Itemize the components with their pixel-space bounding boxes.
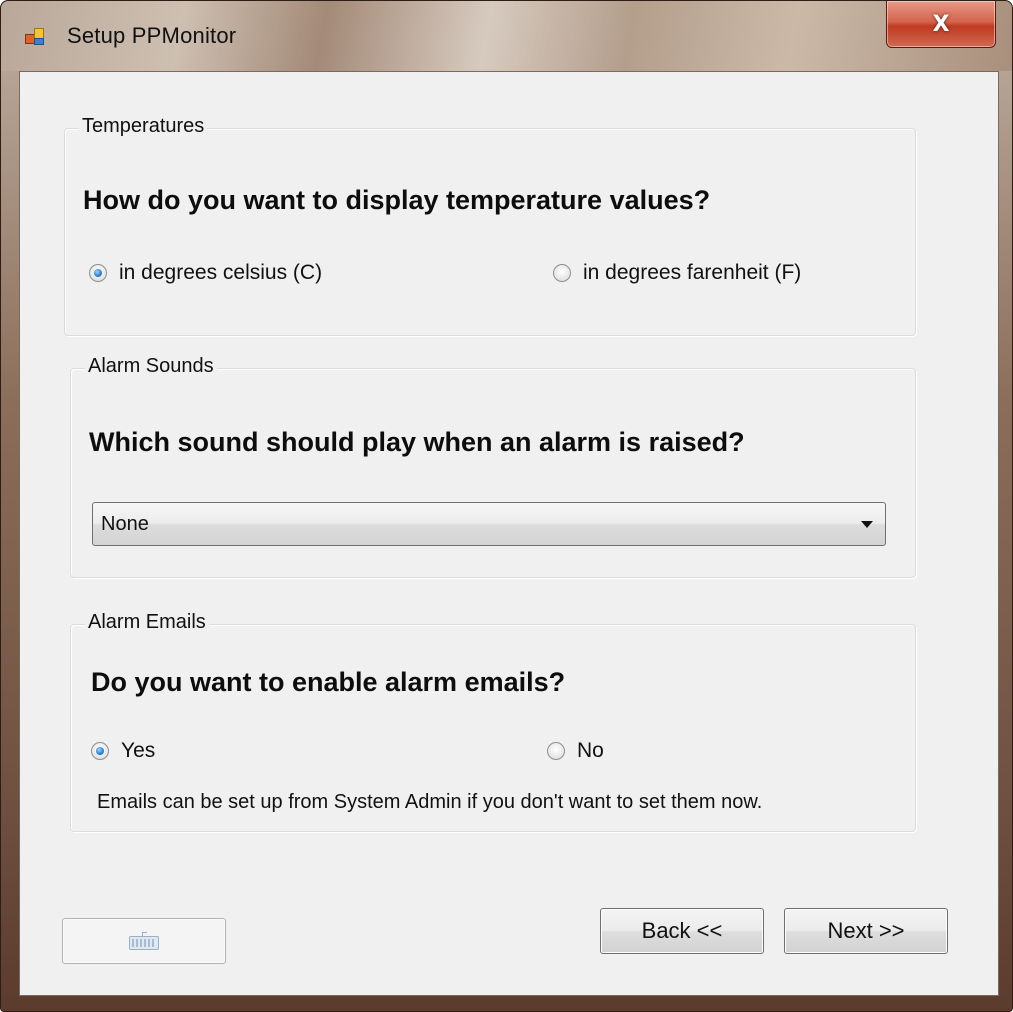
- email-no-label: No: [577, 739, 604, 762]
- close-button[interactable]: X: [886, 1, 996, 48]
- keyboard-button[interactable]: [62, 918, 226, 964]
- alarm-sounds-group-title: Alarm Sounds: [85, 355, 217, 378]
- fahrenheit-label: in degrees farenheit (F): [583, 261, 802, 284]
- setup-window: Setup PPMonitor X Temperatures How do yo…: [0, 0, 1013, 1012]
- alarm-sound-dropdown[interactable]: None: [92, 502, 886, 546]
- email-no-radio[interactable]: [547, 742, 565, 760]
- fahrenheit-radio[interactable]: [553, 264, 571, 282]
- alarm-emails-group-title: Alarm Emails: [85, 611, 209, 634]
- email-no-option[interactable]: No: [547, 739, 604, 763]
- fahrenheit-option[interactable]: in degrees farenheit (F): [553, 261, 801, 285]
- app-icon: [25, 28, 44, 45]
- close-icon: X: [932, 11, 950, 37]
- window-title: Setup PPMonitor: [67, 23, 237, 48]
- temperatures-group-title: Temperatures: [79, 115, 208, 138]
- temperatures-group: Temperatures How do you want to display …: [64, 115, 916, 336]
- temperature-question: How do you want to display temperature v…: [83, 185, 711, 215]
- celsius-option[interactable]: in degrees celsius (C): [89, 261, 322, 285]
- email-setup-note: Emails can be set up from System Admin i…: [97, 791, 763, 813]
- email-yes-label: Yes: [121, 739, 156, 762]
- title-bar[interactable]: Setup PPMonitor X: [1, 1, 1012, 71]
- next-button[interactable]: Next >>: [784, 908, 948, 954]
- keyboard-icon: [129, 932, 159, 950]
- alarm-emails-group: Alarm Emails Do you want to enable alarm…: [70, 611, 916, 832]
- alarm-sound-question: Which sound should play when an alarm is…: [89, 427, 745, 457]
- celsius-radio[interactable]: [89, 264, 107, 282]
- email-yes-radio[interactable]: [91, 742, 109, 760]
- alarm-sounds-group: Alarm Sounds Which sound should play whe…: [70, 355, 916, 578]
- dialog-client-area: Temperatures How do you want to display …: [19, 71, 999, 996]
- back-button[interactable]: Back <<: [600, 908, 764, 954]
- alarm-email-question: Do you want to enable alarm emails?: [91, 667, 566, 697]
- celsius-label: in degrees celsius (C): [119, 261, 323, 284]
- alarm-sound-selected-value: None: [101, 513, 149, 535]
- chevron-down-icon[interactable]: [861, 521, 873, 528]
- email-yes-option[interactable]: Yes: [91, 739, 155, 763]
